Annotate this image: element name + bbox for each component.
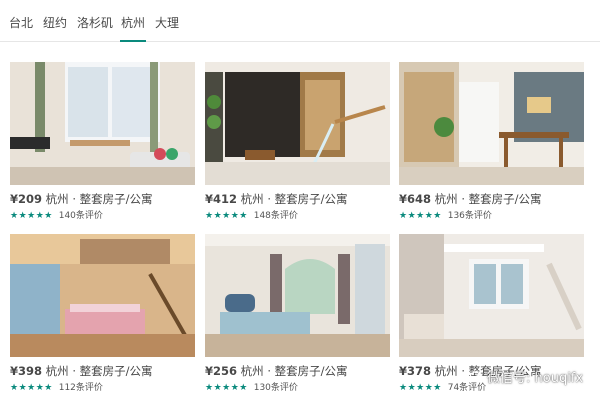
listing-city: 杭州	[434, 192, 458, 206]
listing-type: 整套房子/公寓	[79, 364, 153, 378]
listing-summary: ¥256 杭州 · 整套房子/公寓	[205, 363, 348, 379]
review-count: 130条评价	[253, 383, 298, 393]
separator-dot: ·	[72, 192, 76, 206]
review-count: 112条评价	[58, 383, 103, 393]
star-rating-icon: ★★★★★	[399, 383, 442, 393]
tab-taipei[interactable]: 台北	[9, 14, 33, 31]
listing-price: ¥648	[399, 192, 432, 206]
tab-hangzhou[interactable]: 杭州	[121, 14, 145, 31]
listing-summary: ¥648 杭州 · 整套房子/公寓	[399, 191, 542, 207]
listing-photo[interactable]	[399, 234, 584, 357]
separator-dot: ·	[461, 364, 465, 378]
star-rating-icon: ★★★★★	[399, 211, 442, 221]
wechat-watermark: 微信号: houqifx	[470, 367, 583, 386]
watermark-text: 微信号: houqifx	[487, 371, 584, 386]
listing-city: 杭州	[434, 364, 458, 378]
listing-type: 整套房子/公寓	[79, 192, 153, 206]
star-rating-icon: ★★★★★	[205, 383, 248, 393]
listing-rating: ★★★★★ 130条评价	[205, 380, 298, 393]
review-count: 140条评价	[58, 211, 103, 221]
wechat-icon	[470, 371, 484, 383]
listing-rating: ★★★★★ 148条评价	[205, 208, 298, 221]
listing-summary: ¥209 杭州 · 整套房子/公寓	[10, 191, 153, 207]
listing-type: 整套房子/公寓	[468, 192, 542, 206]
separator-dot: ·	[72, 364, 76, 378]
review-count: 136条评价	[447, 211, 492, 221]
active-tab-indicator	[120, 40, 146, 42]
listing-city: 杭州	[45, 192, 69, 206]
star-rating-icon: ★★★★★	[10, 211, 53, 221]
listing-photo[interactable]	[399, 62, 584, 185]
listing-price: ¥412	[205, 192, 238, 206]
separator-dot: ·	[461, 192, 465, 206]
review-count: 148条评价	[253, 211, 298, 221]
listing-price: ¥209	[10, 192, 43, 206]
listing-city: 杭州	[45, 364, 69, 378]
listing-type: 整套房子/公寓	[274, 192, 348, 206]
listing-summary: ¥398 杭州 · 整套房子/公寓	[10, 363, 153, 379]
listing-photo[interactable]	[205, 62, 390, 185]
listing-city: 杭州	[240, 192, 264, 206]
listing-city: 杭州	[240, 364, 264, 378]
listing-price: ¥378	[399, 364, 432, 378]
listing-rating: ★★★★★ 136条评价	[399, 208, 492, 221]
tab-los-angeles[interactable]: 洛杉矶	[77, 14, 113, 31]
star-rating-icon: ★★★★★	[10, 383, 53, 393]
star-rating-icon: ★★★★★	[205, 211, 248, 221]
listing-price: ¥398	[10, 364, 43, 378]
listing-photo[interactable]	[10, 62, 195, 185]
tab-dali[interactable]: 大理	[155, 14, 179, 31]
listing-rating: ★★★★★ 140条评价	[10, 208, 103, 221]
tab-new-york[interactable]: 纽约	[43, 14, 67, 31]
listing-rating: ★★★★★ 112条评价	[10, 380, 103, 393]
tab-divider	[0, 41, 600, 42]
listing-photo[interactable]	[10, 234, 195, 357]
city-tab-bar: 台北 纽约 洛杉矶 杭州 大理	[0, 0, 600, 42]
separator-dot: ·	[267, 192, 271, 206]
listing-photo[interactable]	[205, 234, 390, 357]
listing-price: ¥256	[205, 364, 238, 378]
listing-type: 整套房子/公寓	[274, 364, 348, 378]
separator-dot: ·	[267, 364, 271, 378]
listing-summary: ¥412 杭州 · 整套房子/公寓	[205, 191, 348, 207]
